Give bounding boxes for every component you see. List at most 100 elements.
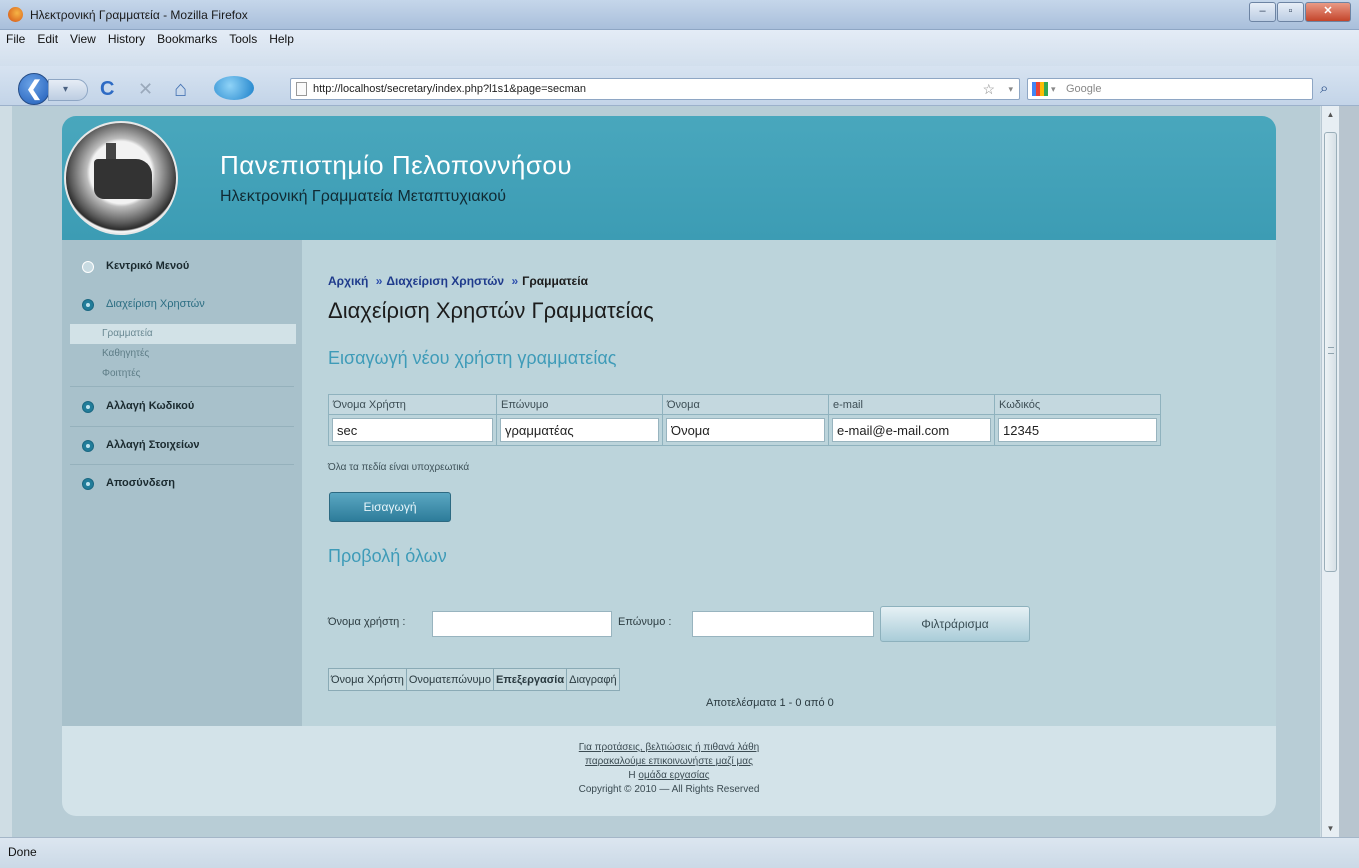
home-icon[interactable]: ⌂	[174, 78, 187, 100]
filter-surname-input[interactable]	[692, 611, 874, 637]
back-button[interactable]: ❮	[18, 73, 50, 105]
breadcrumb-separator: »	[375, 274, 383, 288]
breadcrumb-home-link[interactable]: Αρχική	[328, 274, 368, 288]
scroll-down-icon[interactable]: ▼	[1322, 820, 1339, 837]
filter-username-label: Όνομα χρήστη :	[328, 616, 406, 628]
menu-file[interactable]: File	[6, 32, 25, 46]
menu-edit[interactable]: Edit	[37, 32, 58, 46]
status-bar: Done	[0, 837, 1359, 868]
site-title: Πανεπιστημίο Πελοποννήσου	[220, 150, 573, 180]
footer-feedback-link[interactable]: Για προτάσεις, βελτιώσεις ή πιθανά λάθη	[62, 742, 1276, 753]
filter-username-input[interactable]	[432, 611, 612, 637]
scrollbar-thumb[interactable]	[1324, 132, 1337, 572]
site-header: Πανεπιστημίο Πελοποννήσου Ηλεκτρονική Γρ…	[62, 116, 1276, 240]
maximize-button[interactable]: ▫	[1277, 2, 1304, 22]
sidebar-item-change-password[interactable]: Αλλαγή Κωδικού	[62, 388, 302, 426]
sidebar-subitem-professors[interactable]: Καθηγητές	[62, 344, 302, 364]
view-all-heading: Προβολή όλων	[328, 546, 447, 566]
divider	[70, 386, 294, 387]
menu-tools[interactable]: Tools	[229, 32, 257, 46]
sidebar-item-user-management[interactable]: Διαχείριση Χρηστών	[62, 286, 302, 324]
surname-field[interactable]	[500, 418, 659, 442]
filter-button[interactable]: Φιλτράρισμα	[880, 606, 1030, 642]
column-header: Όνομα	[662, 394, 829, 415]
first-name-field[interactable]	[666, 418, 825, 442]
breadcrumb: Αρχική » Διαχείριση Χρηστών » Γραμματεία	[328, 274, 588, 288]
search-go-icon[interactable]: ⌕	[1320, 80, 1328, 97]
menu-help[interactable]: Help	[269, 32, 294, 46]
arrow-bullet-icon	[82, 299, 94, 311]
sidebar-item-label: Κεντρικό Μενού	[106, 260, 190, 272]
sidebar-item-logout[interactable]: Αποσύνδεση	[62, 465, 302, 503]
chat-bubble-icon[interactable]	[214, 76, 254, 100]
column-header[interactable]: Διαγραφή	[566, 668, 620, 691]
arrow-bullet-icon	[82, 401, 94, 413]
column-header: Κωδικός	[994, 394, 1161, 415]
menu-bookmarks[interactable]: Bookmarks	[157, 32, 217, 46]
url-text: http://localhost/secretary/index.php?l1s…	[313, 83, 587, 95]
column-header: Επώνυμο	[496, 394, 663, 415]
search-input[interactable]: ▾ Google	[1027, 78, 1313, 100]
column-header[interactable]: Επεξεργασία	[492, 668, 568, 691]
insert-user-form: Όνομα Χρήστη Επώνυμο Όνομα e-mail Κωδικό…	[328, 394, 1161, 446]
footer-team-link[interactable]: ομάδα εργασίας	[638, 770, 709, 781]
sidebar-item-label: Αλλαγή Στοιχείων	[106, 439, 200, 451]
sidebar-item-label: Αλλαγή Κωδικού	[106, 400, 195, 412]
column-header[interactable]: Όνομα Χρήστη	[328, 668, 407, 691]
column-header: Όνομα Χρήστη	[328, 394, 497, 415]
menu-history[interactable]: History	[108, 32, 145, 46]
results-table: Όνομα Χρήστη Ονοματεπώνυμο Επεξεργασία Δ…	[328, 668, 620, 691]
menu-bar: File Edit View History Bookmarks Tools H…	[0, 30, 1359, 66]
minimize-button[interactable]: –	[1249, 2, 1276, 22]
column-header: e-mail	[828, 394, 995, 415]
circle-bullet-icon	[82, 261, 94, 273]
search-engine-dropdown-icon[interactable]: ▾	[1051, 79, 1056, 99]
sidebar-item-label: Διαχείριση Χρηστών	[106, 298, 205, 310]
close-window-button[interactable]: ✕	[1305, 2, 1351, 22]
arrow-bullet-icon	[82, 478, 94, 490]
scroll-up-icon[interactable]: ▲	[1322, 106, 1339, 123]
sidebar-item-main-menu[interactable]: Κεντρικό Μενού	[62, 248, 302, 286]
required-fields-note: Όλα τα πεδία είναι υποχρεωτικά	[328, 462, 470, 473]
stop-icon[interactable]: ✕	[138, 78, 153, 100]
email-field[interactable]	[832, 418, 991, 442]
breadcrumb-separator: »	[511, 274, 519, 288]
site-footer: Για προτάσεις, βελτιώσεις ή πιθανά λάθη …	[62, 726, 1276, 816]
firefox-icon	[8, 7, 23, 22]
footer-team-prefix: Η	[628, 770, 639, 781]
sidebar: Κεντρικό Μενού Διαχείριση Χρηστών Γραμμα…	[62, 240, 302, 726]
breadcrumb-current: Γραμματεία	[522, 274, 588, 288]
footer-copyright: Copyright © 2010 — All Rights Reserved	[578, 784, 760, 795]
window-titlebar: Ηλεκτρονική Γραμματεία - Mozilla Firefox…	[0, 0, 1359, 30]
google-icon[interactable]	[1032, 82, 1048, 96]
site-subtitle: Ηλεκτρονική Γραμματεία Μεταπτυχιακού	[220, 188, 507, 205]
insert-section-heading: Εισαγωγή νέου χρήστη γραμματείας	[328, 348, 617, 368]
search-placeholder: Google	[1066, 83, 1102, 95]
sidebar-subitem-secretary[interactable]: Γραμματεία	[70, 324, 296, 344]
window-edge	[1339, 106, 1359, 837]
insert-button[interactable]: Εισαγωγή	[329, 492, 451, 522]
main-content: Αρχική » Διαχείριση Χρηστών » Γραμματεία Δ…	[302, 240, 1276, 726]
vertical-scrollbar[interactable]: ▲ ▼	[1321, 106, 1339, 837]
username-field[interactable]	[332, 418, 493, 442]
sidebar-item-change-details[interactable]: Αλλαγή Στοιχείων	[62, 427, 302, 465]
page-container: Πανεπιστημίο Πελοποννήσου Ηλεκτρονική Γρ…	[62, 116, 1276, 816]
forward-button[interactable]: ▾	[48, 79, 88, 101]
navigation-toolbar: ❮ ▾ C ✕ ⌂ http://localhost/secretary/ind…	[0, 66, 1359, 106]
page-title: Διαχείριση Χρηστών Γραμματείας	[328, 298, 654, 323]
password-field[interactable]	[998, 418, 1157, 442]
filter-surname-label: Επώνυμο :	[618, 616, 672, 628]
url-bar[interactable]: http://localhost/secretary/index.php?l1s…	[290, 78, 1020, 100]
menu-view[interactable]: View	[70, 32, 96, 46]
sidebar-subitem-students[interactable]: Φοιτητές	[62, 364, 302, 384]
sidebar-item-label: Αποσύνδεση	[106, 477, 175, 489]
reload-icon[interactable]: C	[100, 78, 114, 100]
bookmark-star-icon[interactable]: ☆	[982, 79, 995, 99]
results-count: Αποτελέσματα 1 - 0 από 0	[706, 697, 834, 709]
breadcrumb-users-link[interactable]: Διαχείριση Χρηστών	[386, 274, 504, 288]
url-dropdown-icon[interactable]: ▾	[1008, 79, 1013, 99]
column-header[interactable]: Ονοματεπώνυμο	[405, 668, 494, 691]
university-logo	[64, 121, 178, 235]
footer-contact-link[interactable]: παρακαλούμε επικοινωνήστε μαζί μας	[62, 756, 1276, 767]
footer-team-line: Η ομάδα εργασίας	[62, 770, 1276, 781]
